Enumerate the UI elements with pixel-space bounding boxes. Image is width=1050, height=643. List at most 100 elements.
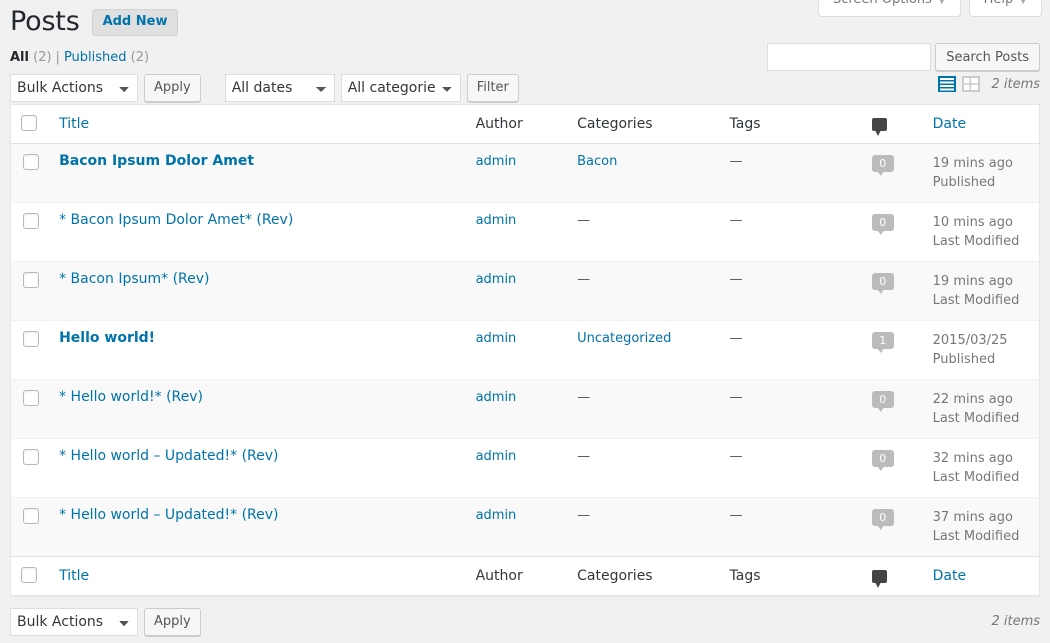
date-status: Last Modified [932, 293, 1020, 308]
cell-author: admin [465, 261, 568, 321]
post-title-link[interactable]: * Hello world – Updated!* (Rev) [59, 447, 278, 464]
author-link[interactable]: admin [476, 449, 517, 464]
cell-date: 37 mins ago Last Modified [922, 497, 1040, 557]
table-row: Bacon Ipsum Dolor Amet admin Bacon — 0 19 min… [10, 143, 1040, 203]
tags-value: — [729, 390, 743, 405]
sort-title-link[interactable]: Title [59, 116, 89, 132]
comment-count-badge[interactable]: 0 [871, 273, 894, 294]
comment-count-badge[interactable]: 0 [871, 450, 894, 471]
cell-author: admin [465, 438, 568, 498]
screen-meta-links: Screen Options ▼ Help ▼ [817, 0, 1042, 17]
bulk-actions-select-bottom[interactable]: Bulk Actions [10, 608, 138, 636]
author-link[interactable]: admin [476, 272, 517, 287]
date-status: Last Modified [932, 470, 1020, 485]
row-checkbox[interactable] [23, 272, 39, 288]
comment-bubble-icon [871, 117, 887, 136]
date-status: Last Modified [932, 234, 1020, 249]
search-posts-button[interactable]: Search Posts [935, 43, 1040, 71]
category-link[interactable]: Uncategorized [577, 331, 671, 346]
row-checkbox-cell [10, 143, 50, 203]
post-title-link[interactable]: * Bacon Ipsum Dolor Amet* (Rev) [59, 211, 293, 228]
screen-options-tab[interactable]: Screen Options ▼ [817, 0, 961, 17]
cell-categories: — [567, 202, 720, 262]
date-primary: 37 mins ago [932, 510, 1013, 525]
sort-date-link[interactable]: Date [933, 116, 966, 132]
cell-title: * Hello world!* (Rev) [49, 379, 466, 439]
search-box: Search Posts [767, 43, 1040, 71]
status-link-all[interactable]: All [10, 50, 29, 65]
help-tab[interactable]: Help ▼ [968, 0, 1042, 17]
cell-categories: Uncategorized [567, 320, 720, 380]
column-footer-date: Date [922, 556, 1040, 596]
excerpt-view-icon[interactable] [961, 74, 981, 94]
cell-comments: 0 [861, 143, 923, 203]
sort-date-link-footer[interactable]: Date [933, 568, 966, 584]
row-checkbox[interactable] [23, 213, 39, 229]
comment-count-badge[interactable]: 0 [871, 509, 894, 530]
author-link[interactable]: admin [476, 154, 517, 169]
select-all-header [10, 104, 50, 144]
cell-comments: 0 [861, 379, 923, 439]
tags-value: — [729, 449, 743, 464]
row-checkbox[interactable] [23, 390, 39, 406]
sort-title-link-footer[interactable]: Title [59, 568, 89, 584]
post-title-link[interactable]: * Bacon Ipsum* (Rev) [59, 270, 209, 287]
view-switch [937, 74, 981, 94]
cell-tags: — [719, 261, 862, 321]
row-checkbox[interactable] [23, 154, 39, 170]
comment-count-badge[interactable]: 0 [871, 214, 894, 235]
author-link[interactable]: admin [476, 390, 517, 405]
cell-comments: 0 [861, 438, 923, 498]
tags-value: — [729, 331, 743, 346]
date-status: Last Modified [932, 529, 1020, 544]
cell-tags: — [719, 320, 862, 380]
tags-value: — [729, 154, 743, 169]
search-input[interactable] [767, 43, 932, 71]
apply-button-bottom[interactable]: Apply [144, 608, 201, 636]
cell-date: 22 mins ago Last Modified [922, 379, 1040, 439]
comment-bubble-icon-footer [871, 569, 887, 588]
row-checkbox[interactable] [23, 508, 39, 524]
row-checkbox-cell [10, 379, 50, 439]
date-filter-select[interactable]: All dates [224, 74, 335, 102]
apply-button-top[interactable]: Apply [144, 74, 201, 102]
post-title-link[interactable]: * Hello world!* (Rev) [59, 388, 203, 405]
cell-comments: 0 [861, 497, 923, 557]
status-link-published[interactable]: Published [64, 50, 127, 65]
table-row: Hello world! admin Uncategorized — 1 2015/03/… [10, 320, 1040, 380]
author-link[interactable]: admin [476, 213, 517, 228]
select-all-checkbox[interactable] [21, 115, 37, 131]
status-separator: | [55, 50, 60, 65]
post-title-link[interactable]: * Hello world – Updated!* (Rev) [59, 506, 278, 523]
post-title-link[interactable]: Hello world! [59, 329, 155, 346]
comment-count-badge[interactable]: 1 [871, 332, 894, 353]
comment-count-badge[interactable]: 0 [871, 155, 894, 176]
chevron-down-icon: ▼ [1019, 0, 1027, 6]
cell-tags: — [719, 202, 862, 262]
cell-categories: — [567, 379, 720, 439]
cell-categories: — [567, 261, 720, 321]
author-link[interactable]: admin [476, 331, 517, 346]
cell-date: 2015/03/25 Published [922, 320, 1040, 380]
column-header-categories: Categories [567, 104, 720, 144]
tablenav-bottom: Bulk Actions Apply 2 items [10, 606, 1040, 640]
bulk-actions-select-top[interactable]: Bulk Actions [10, 74, 138, 102]
date-status: Published [932, 175, 996, 190]
date-primary: 19 mins ago [932, 274, 1013, 289]
cell-tags: — [719, 143, 862, 203]
category-filter-select[interactable]: All categories [340, 74, 461, 102]
cell-comments: 1 [861, 320, 923, 380]
author-link[interactable]: admin [476, 508, 517, 523]
select-all-checkbox-footer[interactable] [21, 567, 37, 583]
list-view-icon[interactable] [937, 74, 957, 94]
post-title-link[interactable]: Bacon Ipsum Dolor Amet [59, 152, 254, 169]
add-new-button[interactable]: Add New [91, 8, 179, 36]
filter-button[interactable]: Filter [466, 74, 519, 102]
row-checkbox[interactable] [23, 449, 39, 465]
comment-count-badge[interactable]: 0 [871, 391, 894, 412]
row-checkbox[interactable] [23, 331, 39, 347]
date-primary: 10 mins ago [932, 215, 1013, 230]
date-primary: 32 mins ago [932, 451, 1013, 466]
tags-value: — [729, 213, 743, 228]
category-link[interactable]: Bacon [577, 154, 617, 169]
